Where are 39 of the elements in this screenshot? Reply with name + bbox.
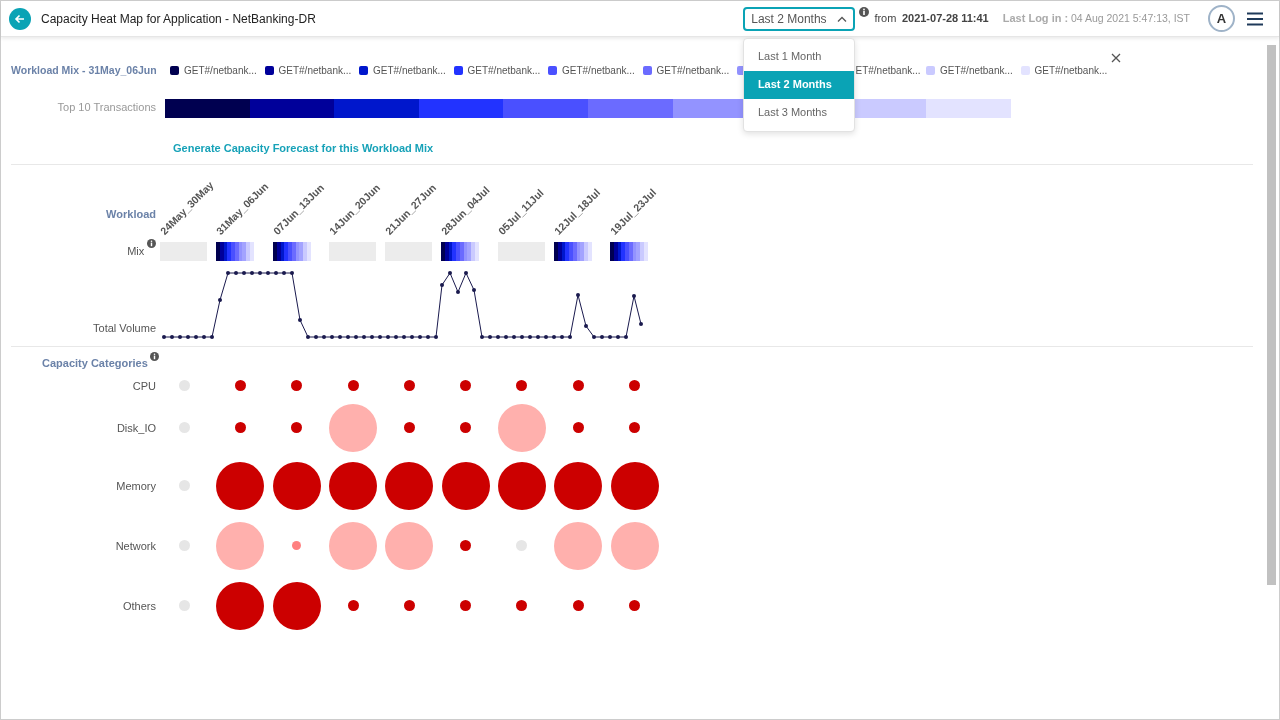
scrollbar-thumb[interactable] (1266, 45, 1276, 585)
legend-label: GET#/netbank... (184, 64, 257, 79)
menu-icon (1247, 12, 1263, 27)
legend-label: GET#/netbank... (562, 64, 635, 79)
dropdown-option[interactable]: Last 1 Month (743, 42, 854, 71)
legend-label: GET#/netbank... (467, 64, 541, 79)
menu-button[interactable] (1247, 10, 1263, 27)
dropdown-option[interactable]: Last 3 Months (743, 98, 854, 127)
from-label: from (874, 11, 897, 27)
page-title: Capacity Heat Map for Application - NetBanking-DR (41, 10, 316, 28)
last-login-value: 04 Aug 2021 5:47:13, IST (1070, 10, 1190, 26)
back-arrow-icon (14, 12, 26, 25)
workload-label: Workload (105, 206, 156, 222)
category-label: Disk_IO (115, 420, 156, 436)
mix-label: Mix (127, 244, 145, 259)
info-icon (858, 6, 869, 17)
workload-mix-title: Workload Mix - 31May_06Jun (11, 63, 158, 78)
legend-label: GET#/netbank... (373, 64, 446, 79)
total-volume-label: Total Volume (92, 320, 156, 336)
legend-label: GET#/netbank... (278, 64, 352, 79)
legend-label: GET#/netbank... (1034, 64, 1108, 79)
legend-label: GET#/netbank... (656, 64, 730, 79)
from-datetime: 2021-07-28 11:41 (901, 11, 989, 27)
category-label: Network (114, 538, 156, 554)
caret-icon (836, 15, 847, 22)
legend-label: ET#/netbank... (855, 64, 921, 79)
capacity-categories-title: Capacity Categories (42, 356, 148, 372)
category-label: CPU (131, 378, 156, 394)
back-button[interactable] (9, 7, 31, 30)
legend-label: GET#/netbank... (940, 64, 1013, 79)
category-label: Others (122, 598, 156, 614)
user-avatar[interactable]: A (1208, 5, 1235, 32)
category-label: Memory (115, 478, 156, 494)
info-icon (149, 352, 159, 362)
info-icon (147, 239, 156, 248)
close-icon (1111, 53, 1121, 64)
period-dropdown[interactable]: Last 2 Months (742, 6, 855, 31)
last-login-label: Last Log in : (1002, 11, 1069, 27)
bar-label: Top 10 Transactions (56, 99, 156, 115)
